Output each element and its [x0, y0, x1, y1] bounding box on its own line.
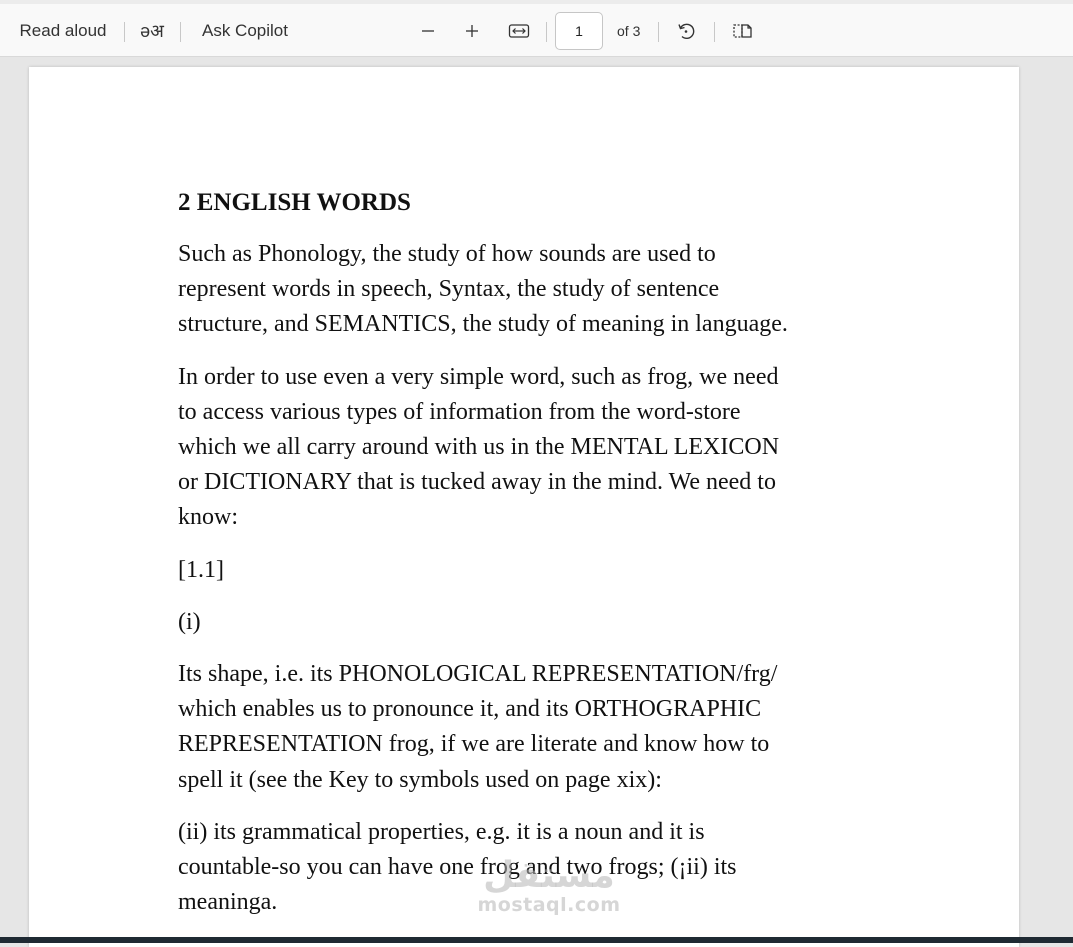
paragraph: In order to use even a very simple word,…	[178, 363, 780, 531]
paragraph: Such as Phonology, the study of how soun…	[178, 241, 788, 338]
toolbar-divider	[180, 22, 181, 42]
toolbar-divider	[658, 22, 659, 42]
translate-button[interactable]: əअ	[133, 14, 171, 48]
section-heading: 2 ENGLISH WORDS	[178, 189, 411, 216]
zoom-out-button[interactable]	[412, 14, 444, 48]
translate-icon: əअ	[140, 21, 164, 41]
watermark-arabic: مستقل	[483, 855, 615, 896]
toolbar-divider	[546, 22, 547, 42]
plus-icon	[466, 25, 478, 37]
paragraph: (i)	[178, 608, 201, 635]
page-number-input[interactable]	[555, 12, 603, 50]
rotate-button[interactable]	[670, 14, 702, 48]
paragraph: Its shape, i.e. its PHONOLOGICAL REPRESE…	[178, 661, 778, 793]
minus-icon	[422, 30, 434, 32]
rotate-icon	[678, 23, 695, 39]
ask-copilot-button[interactable]: Ask Copilot	[193, 14, 297, 48]
watermark-logo: مستقل mostaql.com	[469, 855, 629, 916]
paragraph: [1.1]	[178, 556, 224, 583]
bottom-edge-bar	[0, 937, 1073, 943]
page-count-label: of 3	[617, 23, 641, 39]
zoom-in-button[interactable]	[456, 14, 488, 48]
fit-width-icon	[508, 24, 530, 38]
read-aloud-label: Read aloud	[19, 21, 107, 40]
pdf-toolbar: Read aloud əअ Ask Copilot of 3	[0, 0, 1073, 57]
page-content: 2 ENGLISH WORDS Such as Phonology, the s…	[178, 185, 878, 937]
pdf-page: 2 ENGLISH WORDS Such as Phonology, the s…	[29, 67, 1019, 947]
page-view-button[interactable]	[726, 14, 758, 48]
read-aloud-button[interactable]: Read aloud	[12, 14, 114, 48]
fit-width-button[interactable]	[502, 14, 536, 48]
toolbar-divider	[714, 22, 715, 42]
toolbar-divider	[124, 22, 125, 42]
page-view-icon	[733, 24, 752, 38]
ask-copilot-label: Ask Copilot	[202, 21, 288, 40]
watermark-latin: mostaql.com	[477, 894, 621, 916]
